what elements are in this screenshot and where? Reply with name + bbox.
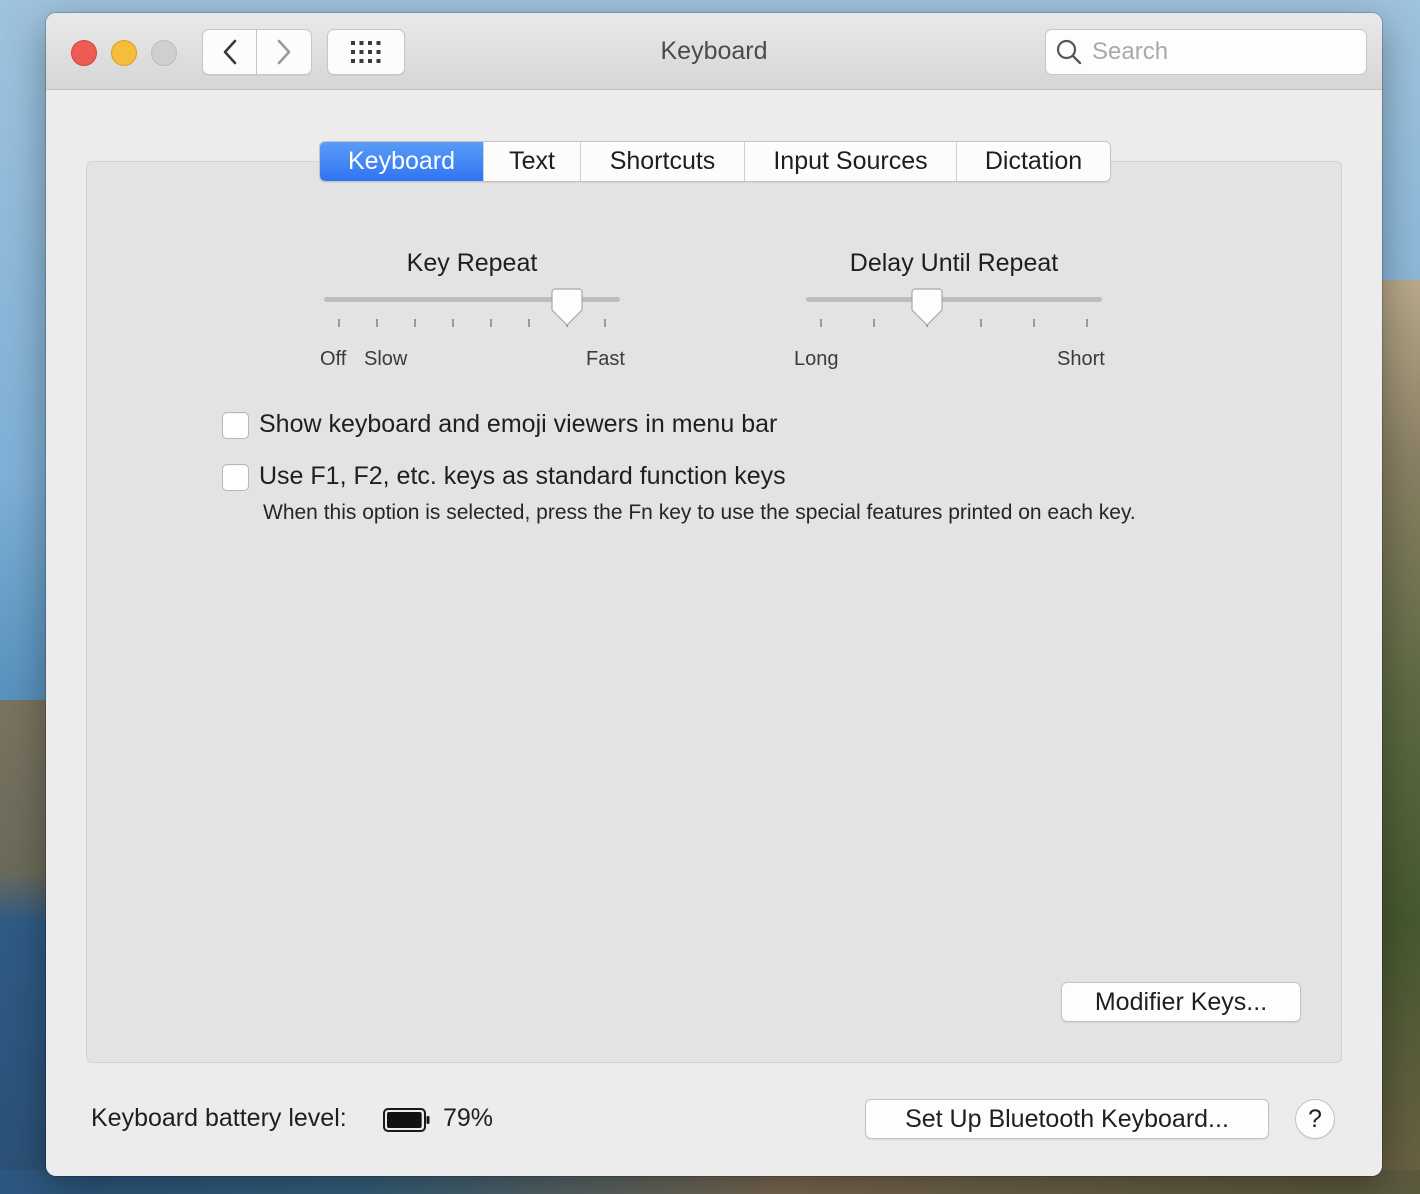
delay-tick xyxy=(873,319,875,327)
delay-until-repeat-knob[interactable] xyxy=(911,288,943,326)
function-keys-label[interactable]: Use F1, F2, etc. keys as standard functi… xyxy=(259,462,786,491)
delay-tick xyxy=(1033,319,1035,327)
delay-until-repeat-title: Delay Until Repeat xyxy=(849,249,1059,277)
search-icon xyxy=(1046,29,1092,75)
search-field[interactable] xyxy=(1045,29,1367,75)
key-repeat-tick xyxy=(414,319,416,327)
delay-tick xyxy=(980,319,982,327)
delay-tick xyxy=(820,319,822,327)
show-viewers-label[interactable]: Show keyboard and emoji viewers in menu … xyxy=(259,410,777,439)
help-button[interactable]: ? xyxy=(1295,1099,1335,1139)
tab-dictation[interactable]: Dictation xyxy=(956,142,1110,181)
tab-keyboard[interactable]: Keyboard xyxy=(320,142,483,181)
key-repeat-tick xyxy=(604,319,606,327)
key-repeat-tick xyxy=(452,319,454,327)
battery-icon xyxy=(383,1108,430,1132)
key-repeat-fast-label: Fast xyxy=(586,348,625,370)
function-keys-note: When this option is selected, press the … xyxy=(263,501,1136,524)
delay-tick xyxy=(1086,319,1088,327)
set-up-bluetooth-keyboard-button[interactable]: Set Up Bluetooth Keyboard... xyxy=(865,1099,1269,1139)
tab-text[interactable]: Text xyxy=(483,142,580,181)
show-viewers-checkbox[interactable] xyxy=(222,412,249,439)
battery-level-label: Keyboard battery level: xyxy=(91,1104,347,1132)
key-repeat-knob[interactable] xyxy=(551,288,583,326)
modifier-keys-button[interactable]: Modifier Keys... xyxy=(1061,982,1301,1022)
key-repeat-tick xyxy=(338,319,340,327)
delay-until-repeat-track[interactable] xyxy=(806,297,1102,302)
search-input[interactable] xyxy=(1092,38,1352,66)
keyboard-preferences-window: Keyboard Keyboard Text Shortcuts Input S… xyxy=(46,13,1382,1176)
delay-short-label: Short xyxy=(1057,348,1105,370)
tab-content-panel xyxy=(86,161,1342,1063)
key-repeat-tick xyxy=(528,319,530,327)
function-keys-checkbox[interactable] xyxy=(222,464,249,491)
tab-bar: Keyboard Text Shortcuts Input Sources Di… xyxy=(319,141,1111,182)
key-repeat-off-label: Off xyxy=(320,348,347,370)
delay-long-label: Long xyxy=(794,348,839,370)
battery-percent: 79% xyxy=(443,1104,494,1132)
key-repeat-title: Key Repeat xyxy=(406,249,538,277)
tab-input-sources[interactable]: Input Sources xyxy=(744,142,956,181)
key-repeat-tick xyxy=(490,319,492,327)
tab-shortcuts[interactable]: Shortcuts xyxy=(580,142,744,181)
title-bar: Keyboard xyxy=(46,13,1382,90)
key-repeat-slow-label: Slow xyxy=(364,348,408,370)
key-repeat-tick xyxy=(376,319,378,327)
